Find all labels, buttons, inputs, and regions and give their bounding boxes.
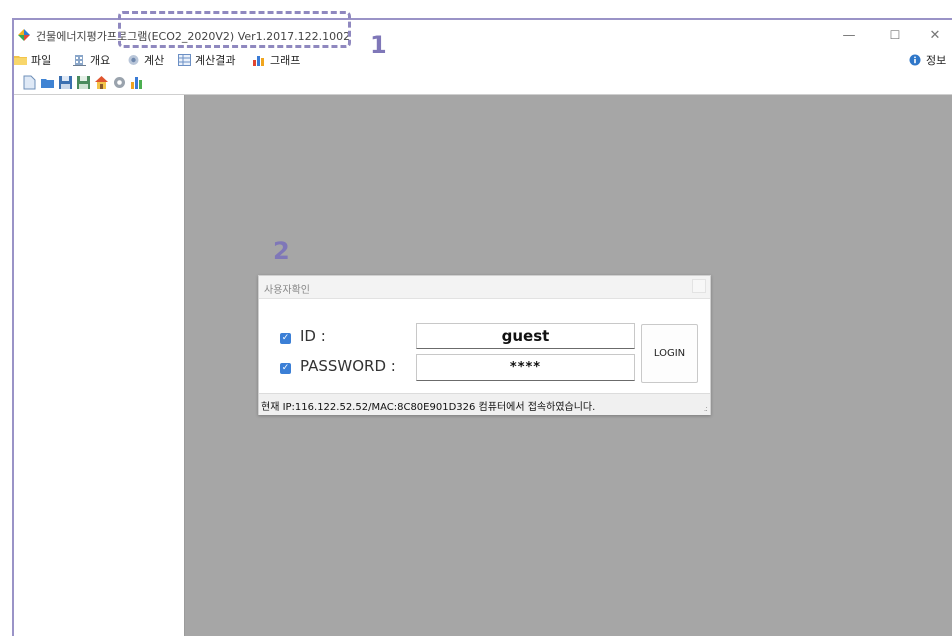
annotation-dashed-highlight: [118, 11, 351, 48]
annotation-number-1: 1: [370, 31, 387, 59]
annotation-number-2: 2: [273, 237, 290, 265]
annotation-frame: [12, 18, 952, 636]
